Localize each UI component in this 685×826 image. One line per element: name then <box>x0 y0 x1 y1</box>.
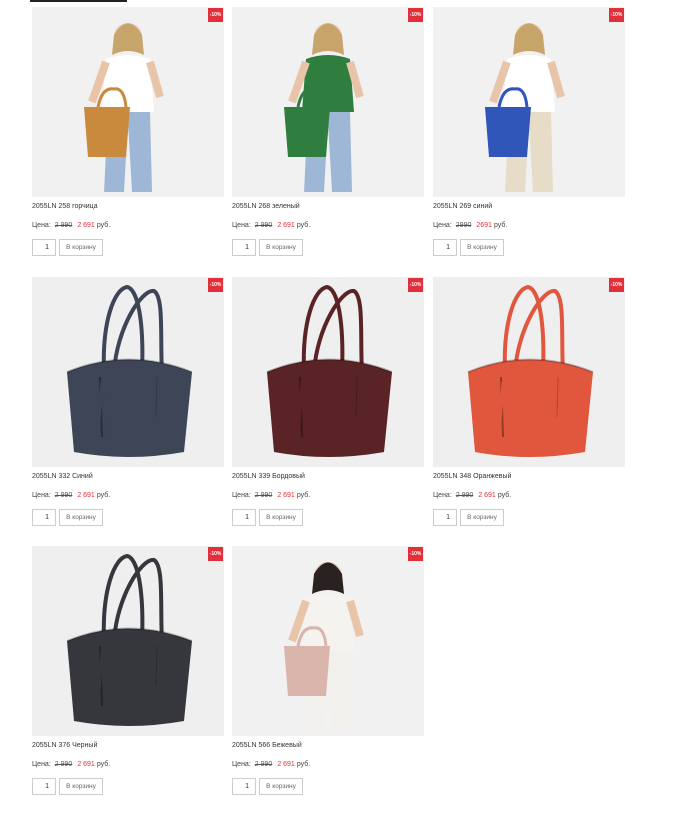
quantity-input[interactable]: 1 <box>232 239 256 256</box>
product-title-link[interactable]: 2055LN 376 Черный <box>32 742 97 749</box>
old-price: 2 990 <box>254 492 273 499</box>
sale-price: 2 691 <box>77 222 95 229</box>
sale-price: 2 691 <box>277 222 295 229</box>
bag-illustration <box>32 277 224 467</box>
currency: руб. <box>296 492 311 499</box>
discount-badge: -10% <box>208 547 223 561</box>
old-price: 2 990 <box>54 222 73 229</box>
quantity-input[interactable]: 1 <box>32 778 56 795</box>
add-to-cart-button[interactable]: В корзину <box>59 509 103 526</box>
add-to-cart-button[interactable]: В корзину <box>59 778 103 795</box>
currency: руб. <box>296 222 311 229</box>
product-title-link[interactable]: 2055LN 348 Оранжевый <box>433 473 511 480</box>
product-title-link[interactable]: 2055LN 268 зеленый <box>232 203 300 210</box>
product-photo[interactable] <box>32 546 224 736</box>
product-card: -10% 2055LN 376 Черный Цена: 2 990 2 691 ру… <box>32 546 224 808</box>
product-photo[interactable] <box>32 277 224 467</box>
old-price: 2 990 <box>54 492 73 499</box>
sale-price: 2691 <box>476 222 492 229</box>
product-card: -10% 2055LN 339 Бордовый Цена: 2 990 2 691… <box>232 277 424 539</box>
product-card: -10% 2055LN 258 горчица Цена: 2 990 2 691 р… <box>32 7 224 269</box>
price-label: Цена: <box>32 222 51 229</box>
currency: руб. <box>497 492 512 499</box>
old-price: 2990 <box>455 222 472 229</box>
currency: руб. <box>96 222 111 229</box>
price-line: Цена: 2990 2691 руб. <box>433 222 507 229</box>
discount-badge: -10% <box>408 547 423 561</box>
top-divider <box>30 0 127 2</box>
price-line: Цена: 2 990 2 691 руб. <box>232 222 310 229</box>
price-label: Цена: <box>433 492 452 499</box>
sale-price: 2 691 <box>478 492 496 499</box>
product-photo[interactable] <box>232 277 424 467</box>
discount-badge: -10% <box>408 278 423 292</box>
product-card: -10% 2055LN 566 Бежевый Цена: 2 990 2 691 р… <box>232 546 424 808</box>
bag-illustration <box>232 7 424 197</box>
quantity-input[interactable]: 1 <box>433 239 457 256</box>
add-to-cart-button[interactable]: В корзину <box>259 239 303 256</box>
bag-illustration <box>32 7 224 197</box>
sale-price: 2 691 <box>277 492 295 499</box>
add-to-cart-button[interactable]: В корзину <box>460 239 504 256</box>
price-label: Цена: <box>433 222 452 229</box>
old-price: 2 990 <box>254 761 273 768</box>
sale-price: 2 691 <box>77 761 95 768</box>
price-line: Цена: 2 990 2 691 руб. <box>232 761 310 768</box>
price-line: Цена: 2 990 2 691 руб. <box>232 492 310 499</box>
price-line: Цена: 2 990 2 691 руб. <box>32 492 110 499</box>
product-photo[interactable] <box>433 277 625 467</box>
price-label: Цена: <box>232 222 251 229</box>
discount-badge: -10% <box>208 278 223 292</box>
product-title-link[interactable]: 2055LN 566 Бежевый <box>232 742 302 749</box>
add-to-cart-button[interactable]: В корзину <box>259 509 303 526</box>
discount-badge: -10% <box>408 8 423 22</box>
discount-badge: -10% <box>208 8 223 22</box>
add-to-cart-button[interactable]: В корзину <box>460 509 504 526</box>
old-price: 2 990 <box>455 492 474 499</box>
price-label: Цена: <box>232 761 251 768</box>
price-line: Цена: 2 990 2 691 руб. <box>32 222 110 229</box>
quantity-input[interactable]: 1 <box>232 509 256 526</box>
product-card: -10% 2055LN 268 зеленый Цена: 2 990 2 691 р… <box>232 7 424 269</box>
quantity-input[interactable]: 1 <box>32 239 56 256</box>
price-label: Цена: <box>32 492 51 499</box>
product-title-link[interactable]: 2055LN 269 синий <box>433 203 492 210</box>
product-title-link[interactable]: 2055LN 258 горчица <box>32 203 98 210</box>
quantity-input[interactable]: 1 <box>433 509 457 526</box>
product-card: -10% 2055LN 269 синий Цена: 2990 2691 руб. … <box>433 7 625 269</box>
bag-illustration <box>232 277 424 467</box>
sale-price: 2 691 <box>277 761 295 768</box>
bag-illustration <box>32 546 224 736</box>
old-price: 2 990 <box>54 761 73 768</box>
currency: руб. <box>296 761 311 768</box>
price-label: Цена: <box>232 492 251 499</box>
bag-illustration <box>433 7 625 197</box>
sale-price: 2 691 <box>77 492 95 499</box>
product-photo[interactable] <box>32 7 224 197</box>
currency: руб. <box>96 761 111 768</box>
bag-illustration <box>232 546 424 736</box>
bag-illustration <box>433 277 625 467</box>
currency: руб. <box>493 222 508 229</box>
product-card: -10% 2055LN 332 Синий Цена: 2 990 2 691 руб… <box>32 277 224 539</box>
product-photo[interactable] <box>232 546 424 736</box>
quantity-input[interactable]: 1 <box>232 778 256 795</box>
price-line: Цена: 2 990 2 691 руб. <box>433 492 511 499</box>
product-card: -10% 2055LN 348 Оранжевый Цена: 2 990 2 69… <box>433 277 625 539</box>
product-title-link[interactable]: 2055LN 339 Бордовый <box>232 473 305 480</box>
add-to-cart-button[interactable]: В корзину <box>259 778 303 795</box>
discount-badge: -10% <box>609 8 624 22</box>
product-photo[interactable] <box>433 7 625 197</box>
quantity-input[interactable]: 1 <box>32 509 56 526</box>
add-to-cart-button[interactable]: В корзину <box>59 239 103 256</box>
old-price: 2 990 <box>254 222 273 229</box>
discount-badge: -10% <box>609 278 624 292</box>
product-title-link[interactable]: 2055LN 332 Синий <box>32 473 93 480</box>
currency: руб. <box>96 492 111 499</box>
price-line: Цена: 2 990 2 691 руб. <box>32 761 110 768</box>
price-label: Цена: <box>32 761 51 768</box>
product-photo[interactable] <box>232 7 424 197</box>
